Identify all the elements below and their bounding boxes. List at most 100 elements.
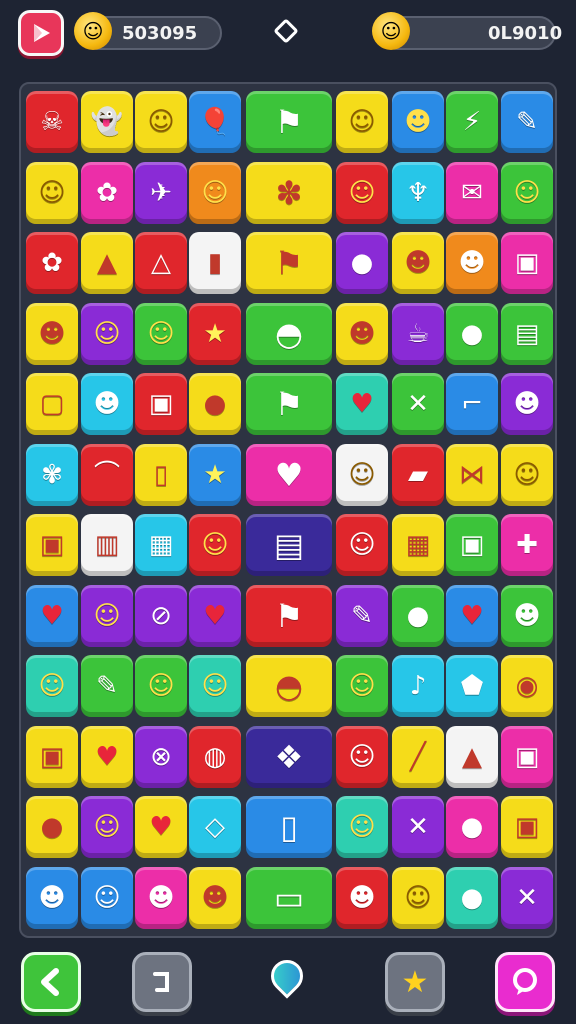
tile-bear[interactable]: ☻ bbox=[446, 232, 498, 294]
tile-flag[interactable]: ⚑ bbox=[246, 91, 332, 153]
tile-smiley[interactable]: ☺ bbox=[336, 91, 388, 153]
tile-jar[interactable]: ▣ bbox=[501, 796, 553, 858]
tile-smiley[interactable]: ☺ bbox=[81, 584, 133, 647]
tile-shield[interactable]: ⬟ bbox=[446, 655, 498, 717]
tile-smiley[interactable]: ☺ bbox=[501, 443, 553, 506]
star-button[interactable]: ★ bbox=[385, 952, 445, 1012]
tile-bear[interactable]: ☻ bbox=[501, 373, 553, 435]
tile-smiley[interactable]: ☺ bbox=[336, 443, 388, 506]
tile-cross[interactable]: ✕ bbox=[392, 796, 444, 858]
tile-pin[interactable]: ✚ bbox=[501, 514, 553, 576]
tile-skull[interactable]: ☠ bbox=[26, 91, 78, 153]
tile-balloon[interactable]: 🎈 bbox=[189, 91, 241, 153]
tile-box[interactable]: ▢ bbox=[26, 373, 78, 435]
tile-soap[interactable]: ◇ bbox=[189, 796, 241, 858]
tile-bear[interactable]: ☻ bbox=[81, 373, 133, 435]
tile-bear[interactable]: ☻ bbox=[26, 866, 78, 929]
tile-pencil[interactable]: ╱ bbox=[392, 725, 444, 788]
tile-label[interactable]: ▭ bbox=[246, 866, 332, 929]
tile-basket[interactable]: ▤ bbox=[501, 302, 553, 365]
tile-ghost[interactable]: ☺ bbox=[81, 866, 133, 929]
tile-lips[interactable]: ◓ bbox=[246, 302, 332, 365]
tile-calendar[interactable]: ▦ bbox=[392, 514, 444, 576]
tile-apple[interactable]: ● bbox=[26, 796, 78, 858]
tile-lips[interactable]: ◓ bbox=[246, 655, 332, 717]
tile-heart[interactable]: ♥ bbox=[189, 584, 241, 647]
tile-heart[interactable]: ♥ bbox=[246, 443, 332, 506]
tile-brush[interactable]: ✎ bbox=[501, 91, 553, 153]
tile-star[interactable]: ★ bbox=[189, 443, 241, 506]
tile-heart[interactable]: ♥ bbox=[81, 725, 133, 788]
tile-cup[interactable]: ▯ bbox=[246, 796, 332, 858]
tile-jar[interactable]: ▣ bbox=[135, 373, 187, 435]
tile-fish[interactable]: ● bbox=[392, 584, 444, 647]
tile-calculator[interactable]: ▦ bbox=[135, 514, 187, 576]
tile-lollipop[interactable]: ● bbox=[336, 232, 388, 294]
tile-cone[interactable]: ▲ bbox=[446, 725, 498, 788]
tile-ball[interactable]: ◍ bbox=[189, 725, 241, 788]
play-menu-button[interactable] bbox=[18, 10, 64, 56]
tile-pig[interactable]: ☻ bbox=[189, 866, 241, 929]
tile-hook[interactable]: ⌐ bbox=[446, 373, 498, 435]
tile-flag[interactable]: ⚑ bbox=[246, 232, 332, 294]
tile-smiley[interactable]: ☺ bbox=[501, 161, 553, 224]
tile-cross[interactable]: ✕ bbox=[392, 373, 444, 435]
tile-bottle[interactable]: ▮ bbox=[189, 232, 241, 294]
gem-icon[interactable] bbox=[273, 18, 299, 44]
tile-heart[interactable]: ♥ bbox=[135, 796, 187, 858]
tile-lightning[interactable]: ⚡ bbox=[446, 91, 498, 153]
tile-needle[interactable]: ✎ bbox=[81, 655, 133, 717]
tile-rainbow[interactable]: ⌒ bbox=[81, 443, 133, 506]
tile-smiley[interactable]: ☺ bbox=[135, 302, 187, 365]
tile-gift[interactable]: ❖ bbox=[246, 725, 332, 788]
tile-smiley[interactable]: ☺ bbox=[336, 796, 388, 858]
tile-bag[interactable]: ▣ bbox=[501, 725, 553, 788]
tile-mask[interactable]: ⊗ bbox=[135, 725, 187, 788]
tile-face[interactable]: ☻ bbox=[392, 91, 444, 153]
tile-lantern[interactable]: ▥ bbox=[81, 514, 133, 576]
tile-guitar[interactable]: ♪ bbox=[392, 655, 444, 717]
tile-smiley[interactable]: ☺ bbox=[135, 655, 187, 717]
tile-bow[interactable]: ⋈ bbox=[446, 443, 498, 506]
tile-brain[interactable]: ✾ bbox=[26, 443, 78, 506]
tile-star[interactable]: ★ bbox=[189, 302, 241, 365]
tile-frog[interactable]: ☻ bbox=[336, 302, 388, 365]
tile-smiley[interactable]: ☺ bbox=[26, 161, 78, 224]
tile-heart[interactable]: ♥ bbox=[446, 584, 498, 647]
tile-bag[interactable]: ▣ bbox=[501, 232, 553, 294]
tile-smiley[interactable]: ☺ bbox=[392, 866, 444, 929]
tile-cone[interactable]: ▲ bbox=[81, 232, 133, 294]
undo-button[interactable] bbox=[132, 952, 192, 1012]
tile-smiley[interactable]: ☺ bbox=[135, 91, 187, 153]
tile-smiley[interactable]: ☺ bbox=[189, 161, 241, 224]
tile-wing[interactable]: ✈ bbox=[135, 161, 187, 224]
tile-apple[interactable]: ● bbox=[446, 796, 498, 858]
tile-monkey[interactable]: ☻ bbox=[336, 866, 388, 929]
tile-bag[interactable]: ▣ bbox=[26, 514, 78, 576]
tile-flag[interactable]: ⚑ bbox=[246, 373, 332, 435]
tile-bag[interactable]: ▣ bbox=[26, 725, 78, 788]
chat-button[interactable] bbox=[495, 952, 555, 1012]
back-button[interactable] bbox=[21, 952, 81, 1012]
tile-brush[interactable]: ✎ bbox=[336, 584, 388, 647]
tile-cross[interactable]: ✕ bbox=[501, 866, 553, 929]
tile-cup[interactable]: ▯ bbox=[135, 443, 187, 506]
tile-card[interactable]: ▰ bbox=[392, 443, 444, 506]
tile-card[interactable]: ✉ bbox=[446, 161, 498, 224]
tile-carrot[interactable]: ♆ bbox=[392, 161, 444, 224]
tile-cup[interactable]: ☕ bbox=[392, 302, 444, 365]
tile-bandage[interactable]: ⊘ bbox=[135, 584, 187, 647]
tile-cat[interactable]: ☻ bbox=[135, 866, 187, 929]
tile-pot[interactable]: ◉ bbox=[501, 655, 553, 717]
tile-apple[interactable]: ● bbox=[446, 866, 498, 929]
tile-face[interactable]: ☺ bbox=[81, 302, 133, 365]
tile-apple[interactable]: ● bbox=[446, 302, 498, 365]
tile-frog[interactable]: ☻ bbox=[26, 302, 78, 365]
tile-girl[interactable]: ☺ bbox=[336, 514, 388, 576]
tile-flower[interactable]: ✿ bbox=[26, 232, 78, 294]
tile-heart[interactable]: ♥ bbox=[26, 584, 78, 647]
tile-pig[interactable]: ☻ bbox=[392, 232, 444, 294]
tile-smiley[interactable]: ☺ bbox=[189, 514, 241, 576]
tile-ghost[interactable]: 👻 bbox=[81, 91, 133, 153]
tile-smiley[interactable]: ☺ bbox=[26, 655, 78, 717]
